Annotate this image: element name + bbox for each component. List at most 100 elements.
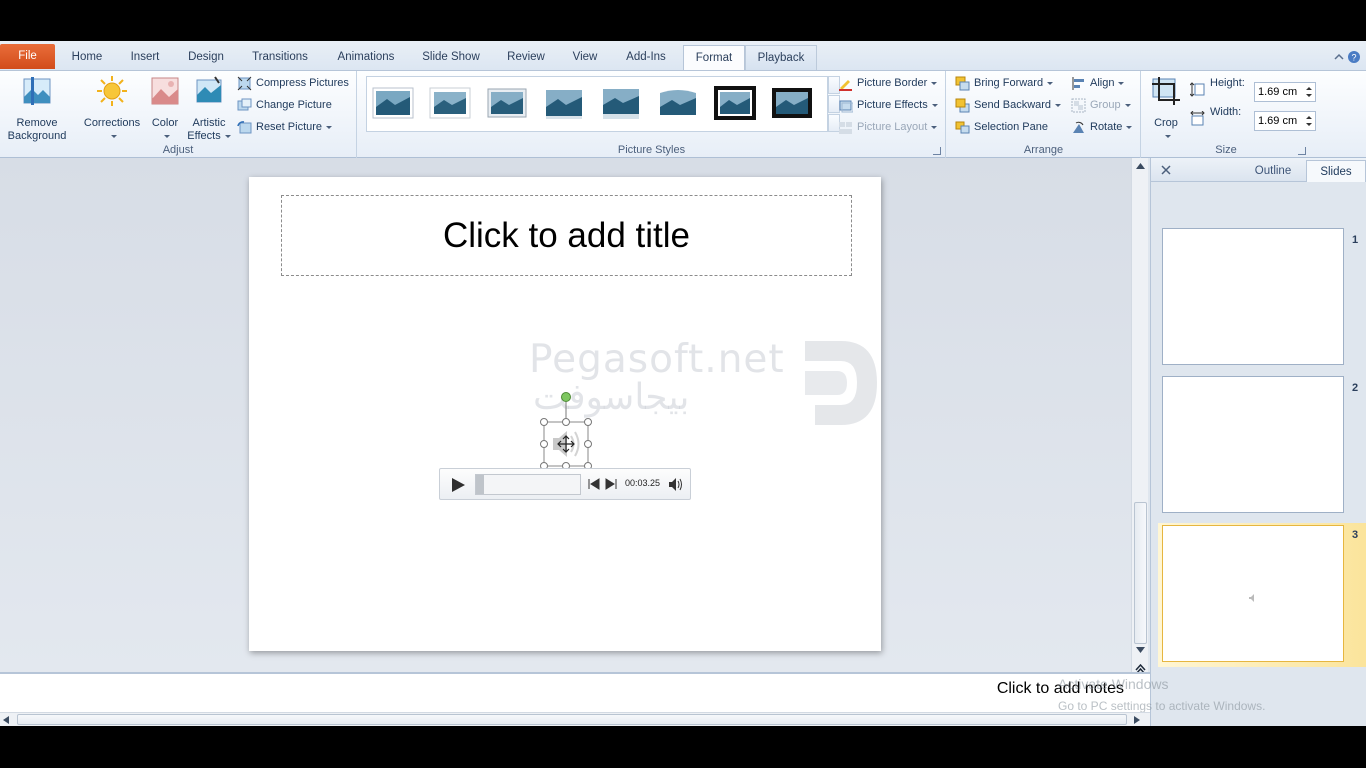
tab-animations[interactable]: Animations: [326, 45, 406, 70]
activate-windows-watermark: Activate Windows Go to PC settings to ac…: [1058, 673, 1265, 717]
color-dropdown-icon: [164, 134, 170, 138]
tab-transitions[interactable]: Transitions: [243, 45, 317, 70]
group-button[interactable]: Group: [1071, 95, 1131, 115]
picture-effects-button[interactable]: Picture Effects: [838, 95, 938, 115]
rotate-button[interactable]: Rotate: [1071, 117, 1133, 137]
scroll-up-icon[interactable]: [1136, 163, 1145, 169]
slide-thumbnail[interactable]: [1162, 376, 1344, 513]
notes-pane[interactable]: Click to add notes: [0, 672, 1150, 712]
send-backward-button[interactable]: Send Backward: [955, 95, 1062, 115]
picture-effects-icon: [839, 100, 853, 112]
seek-back-icon[interactable]: [588, 478, 601, 490]
compress-pictures-button[interactable]: Compress Pictures: [237, 73, 349, 93]
audio-object[interactable]: [539, 390, 593, 470]
vertical-scrollbar[interactable]: [1131, 158, 1148, 692]
crop-icon: [1152, 77, 1180, 105]
picture-style-thumb[interactable]: [713, 85, 757, 121]
picture-border-label: Picture Border: [857, 77, 928, 89]
seek-forward-icon[interactable]: [604, 478, 617, 490]
tab-file[interactable]: File: [0, 44, 55, 69]
color-button[interactable]: Color: [146, 75, 184, 143]
compress-pictures-label: Compress Pictures: [256, 77, 349, 89]
volume-icon[interactable]: [668, 477, 684, 492]
tab-add-ins[interactable]: Add-Ins: [616, 45, 676, 70]
tab-slide-show[interactable]: Slide Show: [414, 45, 488, 70]
corrections-dropdown-icon: [111, 134, 117, 138]
picture-style-thumb[interactable]: [542, 85, 586, 121]
picture-style-thumb[interactable]: [770, 85, 814, 121]
picture-style-thumb[interactable]: [485, 85, 529, 121]
width-spinner-icon[interactable]: [1305, 114, 1313, 128]
arrange-group: Bring Forward Send Backward Selection Pa…: [947, 71, 1141, 158]
width-icon: [1190, 111, 1205, 126]
artistic-effects-button[interactable]: Artistic Effects: [186, 75, 232, 143]
horizontal-scrollbar[interactable]: [0, 712, 1150, 726]
selection-pane-icon: [955, 121, 970, 133]
tab-format[interactable]: Format: [683, 45, 745, 70]
adjust-group-label: Adjust: [162, 144, 194, 156]
color-icon: [151, 77, 179, 105]
remove-background-label-1: Remove: [16, 117, 58, 129]
tab-slides[interactable]: Slides: [1306, 160, 1366, 182]
picture-effects-dropdown-icon: [931, 103, 938, 107]
pegasoft-logo-icon: [805, 341, 877, 425]
slide-editor: Click to add title Pegasoft.net بيجاسوفت: [0, 158, 1131, 672]
height-spinner-icon[interactable]: [1305, 85, 1313, 99]
tab-insert[interactable]: Insert: [120, 45, 170, 70]
picture-border-button[interactable]: Picture Border: [838, 73, 938, 93]
title-placeholder[interactable]: Click to add title: [281, 195, 852, 276]
picture-style-thumb[interactable]: [428, 85, 472, 121]
ribbon: Remove Background Corrections Color Arti…: [0, 70, 1366, 158]
crop-label: Crop: [1154, 117, 1178, 129]
tab-outline[interactable]: Outline: [1241, 160, 1305, 182]
reset-picture-button[interactable]: Reset Picture: [237, 117, 333, 137]
height-input[interactable]: 1.69 cm: [1254, 82, 1316, 102]
tab-design[interactable]: Design: [178, 45, 234, 70]
crop-dropdown-icon: [1165, 134, 1171, 138]
picture-layout-icon: [839, 121, 852, 134]
picture-layout-label: Picture Layout: [857, 121, 928, 133]
current-slide[interactable]: Click to add title Pegasoft.net بيجاسوفت: [249, 177, 881, 651]
tab-review[interactable]: Review: [498, 45, 554, 70]
width-label: Width:: [1210, 106, 1242, 118]
picture-style-thumb[interactable]: [599, 85, 643, 121]
picture-layout-button[interactable]: Picture Layout: [838, 117, 938, 137]
picture-styles-launcher-icon[interactable]: [933, 147, 941, 155]
width-input[interactable]: 1.69 cm: [1254, 111, 1316, 131]
artistic-effects-icon: [196, 76, 222, 103]
media-controls: 00:03.25: [439, 468, 691, 500]
scroll-right-icon[interactable]: [1134, 716, 1140, 724]
arrange-group-label: Arrange: [1023, 144, 1064, 156]
tab-home[interactable]: Home: [62, 45, 112, 70]
change-picture-button[interactable]: Change Picture: [237, 95, 332, 115]
slide-thumbnail[interactable]: [1162, 228, 1344, 365]
height-label: Height:: [1210, 77, 1245, 89]
horizontal-scroll-thumb[interactable]: [17, 714, 1127, 725]
play-icon[interactable]: [448, 476, 468, 494]
corrections-button[interactable]: Corrections: [80, 75, 144, 143]
bring-forward-button[interactable]: Bring Forward: [955, 73, 1054, 93]
scroll-down-icon[interactable]: [1136, 647, 1145, 653]
scroll-thumb[interactable]: [1134, 502, 1147, 644]
bring-forward-icon: [955, 76, 970, 90]
tab-view[interactable]: View: [562, 45, 608, 70]
help-icon[interactable]: ?: [1334, 50, 1360, 64]
selection-pane-button[interactable]: Selection Pane: [955, 117, 1048, 137]
audio-thumbnail-icon: [1249, 594, 1254, 602]
align-button[interactable]: Align: [1071, 73, 1125, 93]
picture-style-thumb[interactable]: [371, 85, 415, 121]
color-label: Color: [151, 117, 179, 129]
slide-thumbnail-selected[interactable]: [1162, 525, 1344, 662]
picture-style-thumb[interactable]: [656, 85, 700, 121]
align-icon: [1072, 76, 1084, 90]
crop-button[interactable]: Crop: [1148, 75, 1184, 143]
remove-background-button[interactable]: Remove Background: [2, 75, 72, 143]
size-launcher-icon[interactable]: [1298, 147, 1306, 155]
group-dropdown-icon: [1124, 103, 1131, 107]
picture-styles-gallery[interactable]: [366, 76, 828, 132]
close-icon[interactable]: [1161, 165, 1171, 175]
scroll-left-icon[interactable]: [3, 716, 9, 724]
picture-layout-dropdown-icon: [931, 125, 938, 129]
tab-playback[interactable]: Playback: [745, 45, 817, 70]
media-progress-track[interactable]: [475, 474, 581, 495]
